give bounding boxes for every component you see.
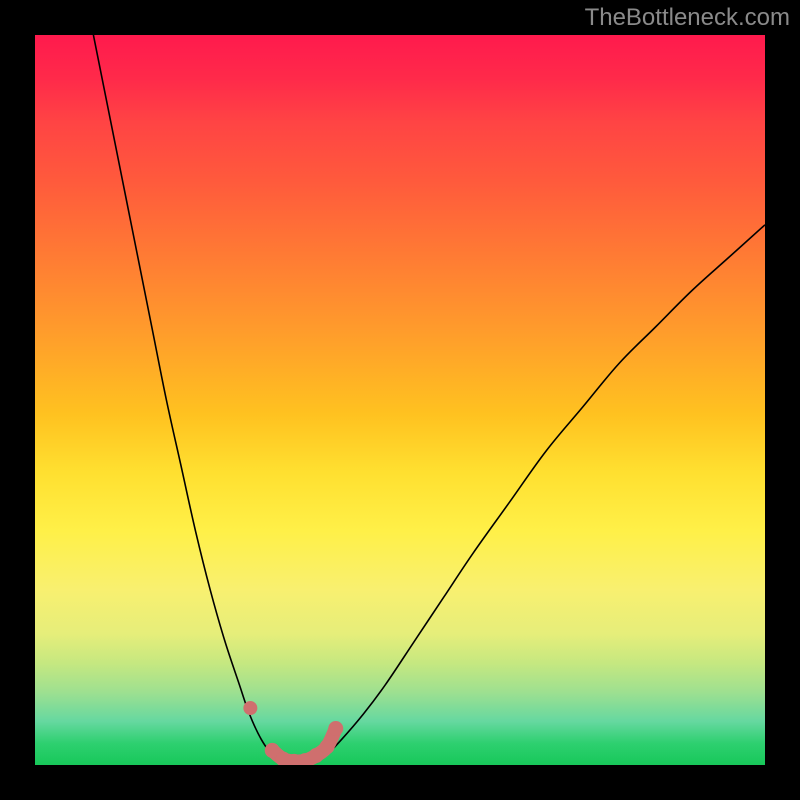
highlight-dot (320, 739, 335, 754)
curve-layer (35, 35, 765, 765)
plot-area (35, 35, 765, 765)
highlight-dot (328, 721, 343, 736)
curve-left-branch (93, 35, 283, 761)
highlight-dot (243, 701, 257, 715)
curve-right-branch (312, 225, 765, 762)
chart-container: TheBottleneck.com (0, 0, 800, 800)
watermark-text: TheBottleneck.com (585, 4, 790, 32)
